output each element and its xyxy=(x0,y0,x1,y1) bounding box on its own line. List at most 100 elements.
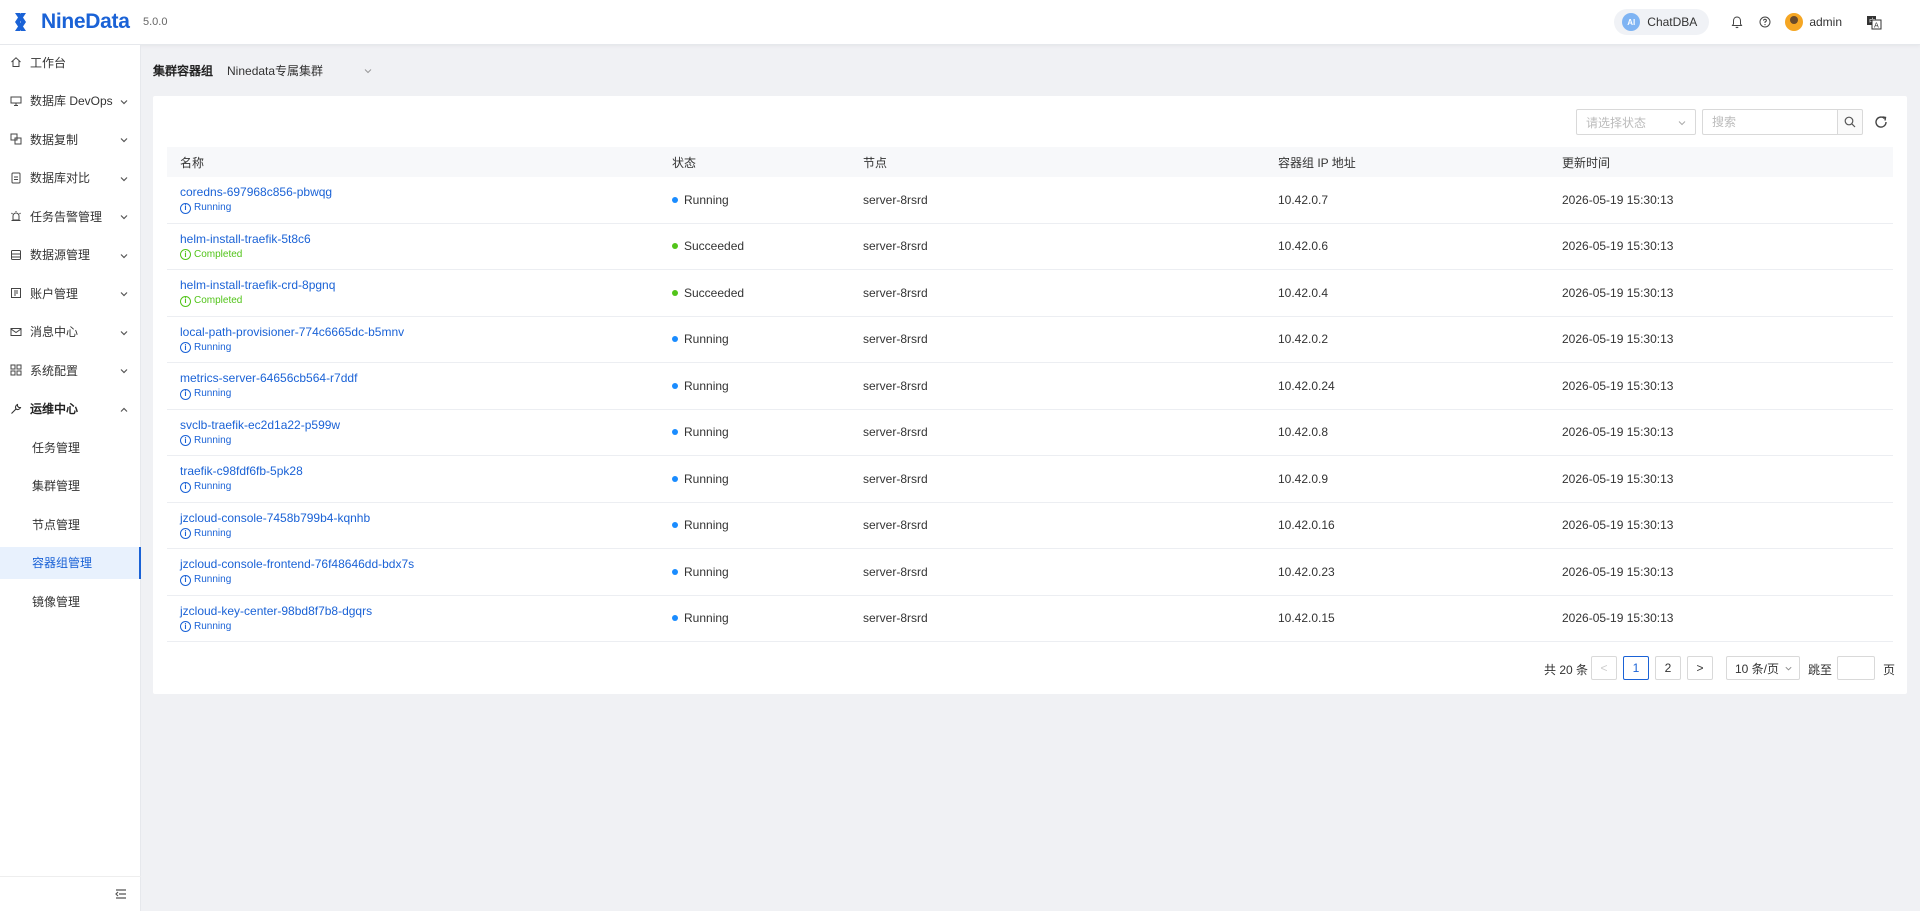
pod-name-link[interactable]: traefik-c98fdf6fb-5pk28 xyxy=(180,464,303,478)
sidebar-item-label: 消息中心 xyxy=(30,325,79,339)
search-button[interactable] xyxy=(1837,109,1863,135)
sidebar-subitem-1[interactable]: 集群管理 xyxy=(0,470,141,502)
language-icon[interactable]: 中A xyxy=(1866,14,1882,30)
info-icon: i xyxy=(180,621,191,633)
chevron-down-icon xyxy=(119,96,129,106)
pod-phase: i Completed xyxy=(180,249,311,261)
sidebar-item-8[interactable]: 系统配置 xyxy=(0,354,141,386)
sidebar-item-6[interactable]: 账户管理 xyxy=(0,277,141,309)
pod-phase-label: Running xyxy=(194,388,232,400)
pod-name-cell: local-path-provisioner-774c6665dc-b5mnv i… xyxy=(180,325,404,354)
pod-phase: i Running xyxy=(180,342,404,354)
mail-icon xyxy=(10,326,22,338)
pod-phase: i Running xyxy=(180,435,340,447)
avatar[interactable] xyxy=(1785,13,1804,31)
sidebar-item-label: 数据库 DevOps xyxy=(30,94,113,108)
sidebar: 工作台数据库 DevOps 数据复制数据库对比任务告警管理 数据源管理账户管理消息中… xyxy=(0,45,141,911)
pod-state-cell: Succeeded xyxy=(672,239,744,253)
pod-name-link[interactable]: svclb-traefik-ec2d1a22-p599w xyxy=(180,418,340,432)
pod-name-link[interactable]: metrics-server-64656cb564-r7ddf xyxy=(180,371,357,385)
sidebar-item-3[interactable]: 数据库对比 xyxy=(0,162,141,194)
sidebar-item-label: 数据库对比 xyxy=(30,171,91,185)
ip-cell: 10.42.0.6 xyxy=(1278,239,1329,254)
node-cell: server-8rsrd xyxy=(863,378,928,393)
refresh-icon[interactable] xyxy=(1873,114,1889,130)
info-icon: i xyxy=(180,249,191,261)
pod-phase: i Running xyxy=(180,574,414,586)
pod-state-cell: Running xyxy=(672,611,729,625)
status-dot-icon xyxy=(672,475,678,482)
page-suffix-label: 页 xyxy=(1883,663,1896,677)
ip-cell: 10.42.0.9 xyxy=(1278,471,1329,486)
sidebar-subitem-4[interactable]: 镜像管理 xyxy=(0,585,141,617)
username[interactable]: admin xyxy=(1809,15,1842,29)
table-body: coredns-697968c856-pbwqg i Running Running s… xyxy=(167,177,1893,642)
updated-cell: 2026-05-19 15:30:13 xyxy=(1562,611,1674,626)
table-row: coredns-697968c856-pbwqg i Running Running s… xyxy=(167,177,1893,224)
page-size-select[interactable]: 10 条/页 xyxy=(1726,656,1800,680)
replication-icon xyxy=(10,133,22,145)
info-icon: i xyxy=(180,295,191,307)
status-dot-icon xyxy=(672,429,678,436)
table-row: svclb-traefik-ec2d1a22-p599w i Running Runn… xyxy=(167,410,1893,456)
info-icon: i xyxy=(180,481,191,493)
pod-phase-label: Running xyxy=(194,481,232,493)
pod-name-link[interactable]: jzcloud-console-7458b799b4-kqnhb xyxy=(180,511,370,525)
pod-phase-label: Running xyxy=(194,202,232,214)
pod-name-link[interactable]: jzcloud-key-center-98bd8f7b8-dgqrs xyxy=(180,604,372,618)
pod-name-link[interactable]: jzcloud-console-frontend-76f48646dd-bdx7… xyxy=(180,557,414,571)
sidebar-item-1[interactable]: 数据库 DevOps xyxy=(0,85,141,117)
pod-phase: i Running xyxy=(180,481,303,493)
pod-name-cell: jzcloud-key-center-98bd8f7b8-dgqrs i Runni… xyxy=(180,604,372,633)
help-icon[interactable] xyxy=(1757,14,1773,30)
next-page-button[interactable]: > xyxy=(1687,656,1713,680)
sidebar-subitem-2[interactable]: 节点管理 xyxy=(0,508,141,540)
chevron-up-icon xyxy=(119,404,129,414)
node-cell: server-8rsrd xyxy=(863,564,928,579)
status-filter-select[interactable]: 请选择状态 xyxy=(1576,109,1696,135)
page-button-2[interactable]: 2 xyxy=(1655,656,1681,680)
jump-page-input[interactable] xyxy=(1837,656,1875,680)
cluster-select[interactable]: Ninedata专属集群 xyxy=(227,62,373,79)
pod-name-link[interactable]: coredns-697968c856-pbwqg xyxy=(180,185,332,199)
pod-list-card: 请选择状态 名称 状态 节点 容器组 IP 地址 更新时间 coredns-69… xyxy=(153,96,1907,694)
status-filter-placeholder: 请选择状态 xyxy=(1586,115,1647,130)
collapse-sidebar-icon[interactable] xyxy=(114,887,128,901)
version-label: 5.0.0 xyxy=(143,16,168,28)
compare-icon xyxy=(10,172,22,184)
sidebar-subitem-3[interactable]: 容器组管理 xyxy=(0,546,141,579)
prev-page-button[interactable]: < xyxy=(1591,656,1617,680)
pod-name-link[interactable]: helm-install-traefik-5t8c6 xyxy=(180,232,311,246)
info-icon: i xyxy=(180,574,191,586)
column-header-state: 状态 xyxy=(672,155,697,170)
sidebar-item-9[interactable]: 运维中心 xyxy=(0,393,141,425)
sidebar-subitem-0[interactable]: 任务管理 xyxy=(0,431,141,463)
node-cell: server-8rsrd xyxy=(863,239,928,254)
updated-cell: 2026-05-19 15:30:13 xyxy=(1562,192,1674,207)
sidebar-item-7[interactable]: 消息中心 xyxy=(0,316,141,348)
pod-name-link[interactable]: local-path-provisioner-774c6665dc-b5mnv xyxy=(180,325,404,339)
sidebar-item-0[interactable]: 工作台 xyxy=(0,46,141,78)
column-header-name: 名称 xyxy=(180,155,205,170)
sidebar-item-label: 运维中心 xyxy=(30,402,79,416)
updated-cell: 2026-05-19 15:30:13 xyxy=(1562,425,1674,440)
sidebar-item-4[interactable]: 任务告警管理 xyxy=(0,200,141,232)
sidebar-item-label: 系统配置 xyxy=(30,363,79,378)
chatdba-button[interactable]: AI ChatDBA xyxy=(1614,9,1710,35)
table-header: 名称 状态 节点 容器组 IP 地址 更新时间 xyxy=(167,147,1893,177)
bell-icon[interactable] xyxy=(1729,14,1745,30)
sidebar-item-2[interactable]: 数据复制 xyxy=(0,123,141,155)
status-dot-icon xyxy=(672,196,678,203)
logo[interactable]: NineData xyxy=(12,10,130,34)
pod-state-label: Running xyxy=(684,611,729,626)
info-icon: i xyxy=(180,388,191,400)
top-header: NineData 5.0.0 AI ChatDBA admin 中A xyxy=(0,0,1920,45)
sidebar-item-5[interactable]: 数据源管理 xyxy=(0,239,141,271)
pod-table: 名称 状态 节点 容器组 IP 地址 更新时间 coredns-697968c8… xyxy=(167,147,1893,642)
pod-name-link[interactable]: helm-install-traefik-crd-8pgnq xyxy=(180,278,335,292)
chevron-down-icon xyxy=(119,173,129,183)
page-button-1[interactable]: 1 xyxy=(1623,656,1649,680)
pod-state-cell: Succeeded xyxy=(672,286,744,300)
search-input[interactable] xyxy=(1702,109,1838,135)
status-dot-icon xyxy=(672,336,678,343)
